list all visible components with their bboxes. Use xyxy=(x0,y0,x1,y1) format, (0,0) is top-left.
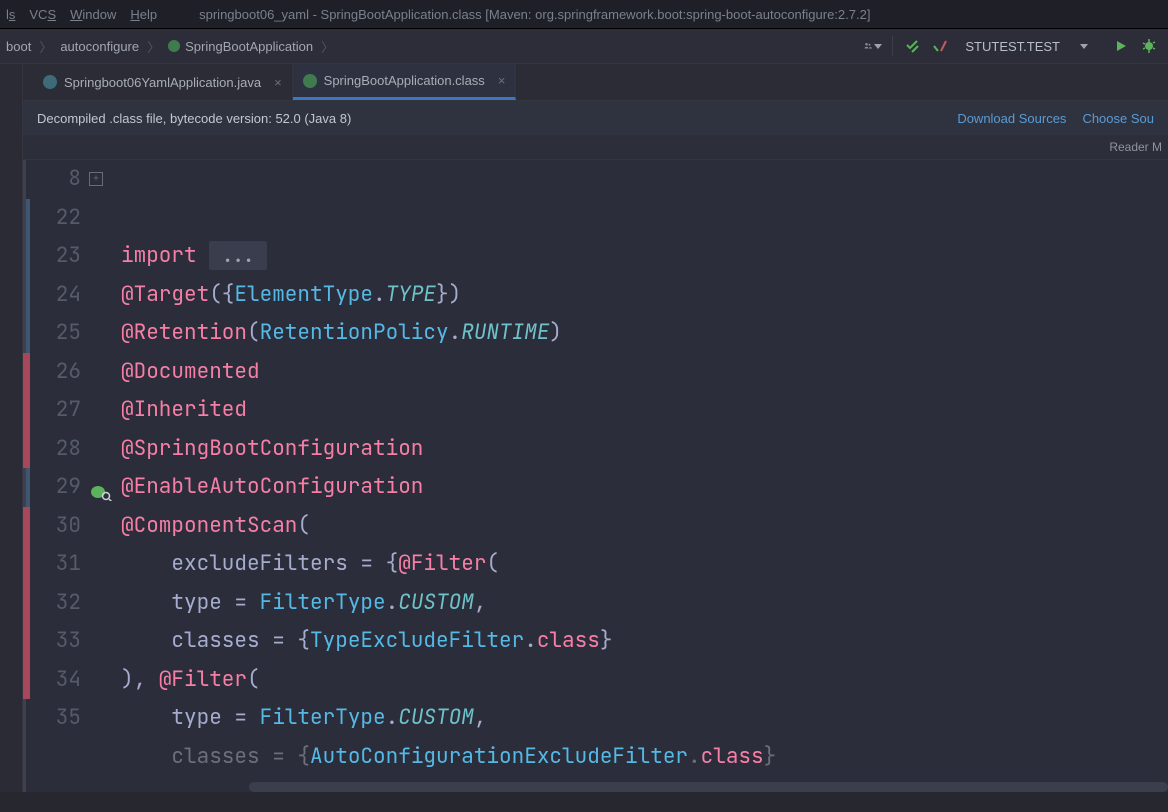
choose-sources-link[interactable]: Choose Sou xyxy=(1082,111,1154,126)
menu-item-window[interactable]: Window xyxy=(70,7,116,22)
left-gutter-strip xyxy=(0,64,23,792)
run-icon[interactable] xyxy=(1112,37,1130,55)
reader-bar: Reader M xyxy=(23,135,1168,160)
chevron-right-icon: 〉 xyxy=(39,37,52,56)
download-sources-link[interactable]: Download Sources xyxy=(957,111,1066,126)
diff-icon[interactable] xyxy=(931,37,949,55)
bean-icon[interactable] xyxy=(89,476,113,496)
line-number-gutter: 82223242526272829303132333435 xyxy=(23,160,87,792)
code-editor[interactable]: 82223242526272829303132333435 + import .… xyxy=(23,160,1168,792)
run-config-label: STUTEST.TEST xyxy=(965,39,1060,54)
expand-icon[interactable]: + xyxy=(89,172,103,186)
debug-icon[interactable] xyxy=(1140,37,1158,55)
java-file-icon xyxy=(43,75,57,89)
crumb-class[interactable]: SpringBootApplication xyxy=(162,39,319,54)
bottom-gap xyxy=(0,792,1168,812)
class-file-icon xyxy=(303,74,317,88)
crumb-boot[interactable]: boot xyxy=(0,39,37,54)
decompiled-banner: Decompiled .class file, bytecode version… xyxy=(23,101,1168,135)
editor-tabs: Springboot06YamlApplication.java × Sprin… xyxy=(23,64,1168,101)
tab-yaml-application[interactable]: Springboot06YamlApplication.java × xyxy=(33,64,293,100)
breadcrumb[interactable]: boot 〉 autoconfigure 〉 SpringBootApplica… xyxy=(0,37,334,56)
separator xyxy=(892,36,893,56)
run-config-select[interactable]: STUTEST.TEST xyxy=(959,39,1102,54)
close-icon[interactable]: × xyxy=(274,75,282,90)
window-title: springboot06_yaml - SpringBootApplicatio… xyxy=(199,7,1162,22)
navigation-bar: boot 〉 autoconfigure 〉 SpringBootApplica… xyxy=(0,29,1168,64)
close-icon[interactable]: × xyxy=(498,73,506,88)
banner-text: Decompiled .class file, bytecode version… xyxy=(37,111,351,126)
menu-bar: ls VCS Window Help springboot06_yaml - S… xyxy=(0,0,1168,29)
tab-label: Springboot06YamlApplication.java xyxy=(64,75,261,90)
tab-springboot-application[interactable]: SpringBootApplication.class × xyxy=(293,64,517,100)
menu-item-vcs[interactable]: VCS xyxy=(29,7,56,22)
build-icon[interactable] xyxy=(903,37,921,55)
chevron-right-icon: 〉 xyxy=(321,37,334,56)
gutter-icons: + xyxy=(87,160,121,792)
crumb-autoconfigure[interactable]: autoconfigure xyxy=(54,39,145,54)
horizontal-scrollbar[interactable] xyxy=(249,782,1168,792)
chevron-right-icon: 〉 xyxy=(147,37,160,56)
users-icon[interactable] xyxy=(864,37,882,55)
chevron-down-icon xyxy=(1080,44,1088,49)
menu-item-help[interactable]: Help xyxy=(130,7,157,22)
menu-item-ls[interactable]: ls xyxy=(6,7,15,22)
reader-mode-label[interactable]: Reader M xyxy=(1109,140,1162,154)
tab-label: SpringBootApplication.class xyxy=(324,73,485,88)
code-area[interactable]: import ...@Target({ElementType.TYPE})@Re… xyxy=(121,160,1168,792)
